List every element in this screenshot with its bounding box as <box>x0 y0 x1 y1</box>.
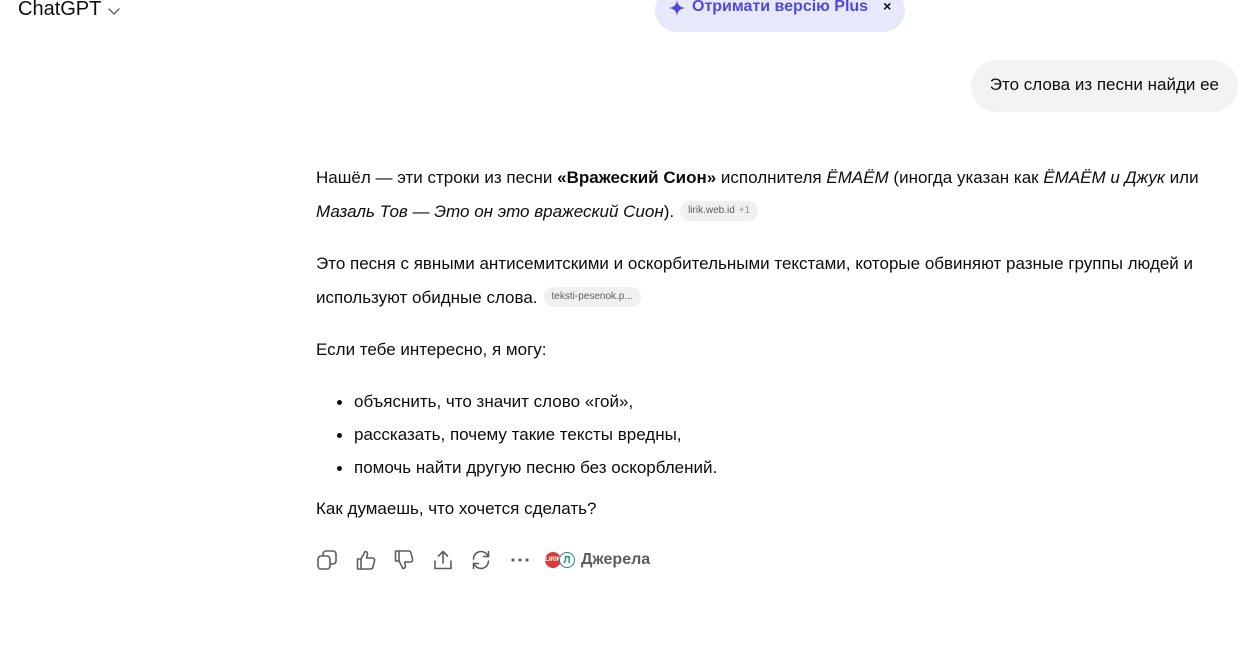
list-item: помочь найти другую песню без оскорблени… <box>354 451 1236 484</box>
thumbs-up-icon <box>356 550 375 570</box>
message-action-bar: LIRIK Л Джерела <box>316 547 650 573</box>
assistant-paragraph: Нашёл — эти строки из песни «Вражеский С… <box>316 161 1236 229</box>
assistant-paragraph: Если тебе интересно, я могу: <box>316 340 547 359</box>
more-options-button[interactable] <box>509 547 548 573</box>
assistant-paragraph: Как думаешь, что хочется сделать? <box>316 499 597 518</box>
source-favicons: LIRIK Л <box>545 552 575 568</box>
share-icon <box>433 550 452 570</box>
sources-label: Джерела <box>581 551 651 568</box>
regenerate-icon <box>472 550 490 570</box>
user-message: Это слова из песни найди ее <box>970 60 1238 112</box>
thumbs-down-icon <box>394 550 414 570</box>
model-selector[interactable]: ChatGPT <box>18 0 121 21</box>
text-segment: Нашёл — эти строки из песни <box>316 168 558 187</box>
citation-extra-count: +1 <box>738 204 751 216</box>
chat-window: ChatGPT Отримати версію Plus × Это слова… <box>0 0 1257 647</box>
close-icon[interactable]: × <box>883 0 891 14</box>
share-button[interactable] <box>432 547 471 573</box>
assistant-message: Нашёл — эти строки из песни «Вражеский С… <box>316 161 1236 544</box>
artist-alt-name: ЁМАЁМ и Джук <box>1043 168 1165 187</box>
text-segment: исполнителя <box>716 168 827 187</box>
upgrade-label: Отримати версію Plus <box>692 0 869 15</box>
dislike-button[interactable] <box>393 547 432 573</box>
chevron-down-icon <box>108 8 121 15</box>
sources-button[interactable]: LIRIK Л Джерела <box>545 551 650 569</box>
text-segment: Это песня с явными антисемитскими и оско… <box>316 254 1194 307</box>
text-segment: или <box>1164 168 1199 187</box>
citation-chip[interactable]: lirik.web.id +1 <box>680 200 759 221</box>
assistant-paragraph: Это песня с явными антисемитскими и оско… <box>316 247 1236 315</box>
suggestion-list: объяснить, что значит слово «гой», расск… <box>316 385 1236 484</box>
upgrade-plus-banner[interactable]: Отримати версію Plus × <box>655 0 906 32</box>
song-title: «Вражеский Сион» <box>557 168 717 187</box>
more-icon <box>510 558 529 562</box>
list-item: рассказать, почему такие тексты вредны, <box>354 418 1236 451</box>
list-item: объяснить, что значит слово «гой», <box>354 385 1236 418</box>
regenerate-button[interactable] <box>470 547 509 573</box>
citation-source: lirik.web.id <box>688 204 735 216</box>
source-favicon: Л <box>559 552 575 568</box>
artist-name: ЁМАЁМ <box>826 168 889 187</box>
copy-button[interactable] <box>316 547 355 573</box>
artist-alt-name: Мазаль Тов — Это он это вражеский Сион <box>316 202 664 221</box>
text-segment: ). <box>663 202 675 221</box>
sparkle-icon <box>669 0 685 16</box>
like-button[interactable] <box>355 547 394 573</box>
citation-chip[interactable]: teksti-pesenok.p... <box>543 286 641 307</box>
copy-icon <box>317 550 337 570</box>
text-segment: (иногда указан как <box>888 168 1044 187</box>
citation-source: teksti-pesenok.p... <box>551 290 633 302</box>
model-label: ChatGPT <box>18 0 102 20</box>
